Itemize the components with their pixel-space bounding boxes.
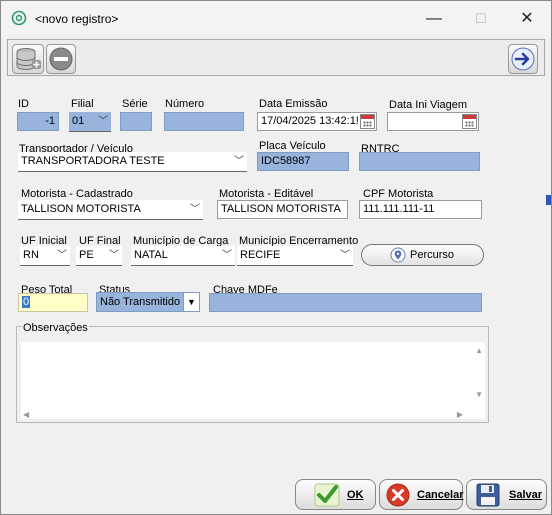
- cpf-input[interactable]: 111.111.111-11: [359, 200, 482, 219]
- app-icon: [11, 10, 27, 26]
- municipio-carga-select[interactable]: NATAL ﹀: [131, 246, 235, 266]
- uf-inicial-value: RN: [23, 249, 39, 261]
- uf-final-select[interactable]: PE ﹀: [76, 246, 122, 266]
- cpf-label: CPF Motorista: [363, 188, 434, 200]
- placa-label: Placa Veículo: [259, 140, 326, 152]
- data-ini-viagem-label: Data Ini Viagem: [389, 99, 468, 111]
- chevron-down-icon: ﹀: [57, 250, 67, 261]
- scroll-up-icon[interactable]: ▲: [475, 346, 483, 355]
- data-emissao-value: 17/04/2025 13:42:1!: [261, 115, 359, 127]
- filial-select[interactable]: 01 ﹀: [69, 112, 111, 132]
- chevron-down-icon: ﹀: [98, 116, 108, 127]
- filial-value: 01: [72, 115, 85, 127]
- scroll-arrow-icon[interactable]: [546, 195, 551, 205]
- motorista-cadastrado-select[interactable]: TALLISON MOTORISTA ﹀: [18, 200, 203, 220]
- scroll-down-icon[interactable]: ▼: [475, 390, 483, 399]
- data-emissao-label: Data Emissão: [259, 98, 328, 110]
- municipio-encerramento-select[interactable]: RECIFE ﹀: [237, 246, 353, 266]
- location-pin-icon: [390, 247, 406, 263]
- rntrc-field: [359, 152, 480, 171]
- observacoes-label: Observações: [22, 322, 89, 334]
- transportador-value: TRANSPORTADORA TESTE: [21, 155, 165, 167]
- filial-label: Filial: [71, 98, 94, 110]
- data-ini-viagem-field[interactable]: [387, 112, 479, 131]
- remove-record-button[interactable]: [46, 44, 76, 74]
- chevron-down-icon: ﹀: [340, 250, 350, 261]
- uf-final-value: PE: [79, 249, 94, 261]
- numero-field: [164, 112, 244, 131]
- window-title: <novo registro>: [35, 12, 119, 26]
- serie-field: [120, 112, 152, 131]
- transportador-select[interactable]: TRANSPORTADORA TESTE ﹀: [18, 152, 247, 172]
- scroll-left-icon[interactable]: ◀: [23, 410, 29, 419]
- chevron-down-icon: ﹀: [222, 250, 232, 261]
- chevron-down-icon: ﹀: [190, 204, 200, 215]
- scroll-right-icon[interactable]: ▶: [457, 410, 463, 419]
- dropdown-arrow-icon: ▼: [183, 293, 199, 311]
- remove-icon: [49, 47, 73, 71]
- ok-button[interactable]: OK: [295, 479, 376, 510]
- chevron-down-icon: ﹀: [234, 156, 244, 167]
- arrow-right-icon: [511, 47, 535, 71]
- municipio-carga-value: NATAL: [134, 249, 168, 261]
- uf-inicial-select[interactable]: RN ﹀: [20, 246, 70, 266]
- dialog-window: <novo registro> — ☐ ✕ ID -1 Filial 01 ﹀ …: [0, 0, 552, 515]
- add-record-button[interactable]: [12, 44, 44, 74]
- motorista-editavel-input[interactable]: TALLISON MOTORISTA: [217, 200, 348, 219]
- next-button[interactable]: [508, 44, 538, 74]
- placa-field: IDC58987: [257, 152, 349, 171]
- salvar-button[interactable]: Salvar: [466, 479, 547, 510]
- motorista-cadastrado-value: TALLISON MOTORISTA: [21, 203, 141, 215]
- salvar-label: Salvar: [509, 489, 543, 501]
- database-add-icon: [16, 48, 41, 71]
- close-button[interactable]: ✕: [504, 7, 550, 31]
- percurso-button[interactable]: Percurso: [361, 244, 484, 266]
- peso-total-input[interactable]: 0: [18, 293, 88, 312]
- id-field: -1: [17, 112, 59, 131]
- cancelar-button[interactable]: Cancelar: [379, 479, 463, 510]
- maximize-button[interactable]: ☐: [458, 7, 504, 31]
- data-emissao-field[interactable]: 17/04/2025 13:42:1!: [257, 112, 377, 131]
- calendar-icon[interactable]: [462, 114, 477, 129]
- title-bar: <novo registro> — ☐ ✕: [1, 1, 551, 35]
- motorista-cadastrado-label: Motorista - Cadastrado: [21, 188, 133, 200]
- checkmark-icon: [314, 483, 340, 507]
- chevron-down-icon: ﹀: [109, 250, 119, 261]
- observacoes-textarea[interactable]: ▲ ▼ ◀ ▶: [21, 342, 485, 419]
- municipio-encerramento-value: RECIFE: [240, 249, 281, 261]
- status-value: Não Transmitido: [100, 296, 181, 308]
- calendar-icon[interactable]: [360, 114, 375, 129]
- percurso-label: Percurso: [410, 249, 455, 261]
- motorista-editavel-label: Motorista - Editável: [219, 188, 314, 200]
- save-floppy-icon: [476, 483, 500, 507]
- id-label: ID: [18, 98, 29, 110]
- minimize-button[interactable]: —: [411, 7, 457, 31]
- chave-mdfe-field: [209, 293, 482, 312]
- ok-label: OK: [347, 489, 364, 501]
- numero-label: Número: [165, 98, 205, 110]
- cancelar-label: Cancelar: [417, 489, 464, 501]
- peso-total-value: 0: [22, 296, 31, 308]
- toolbar: [7, 39, 545, 76]
- serie-label: Série: [122, 98, 148, 110]
- cancel-icon: [386, 483, 410, 507]
- status-select[interactable]: Não Transmitido ▼: [96, 292, 200, 312]
